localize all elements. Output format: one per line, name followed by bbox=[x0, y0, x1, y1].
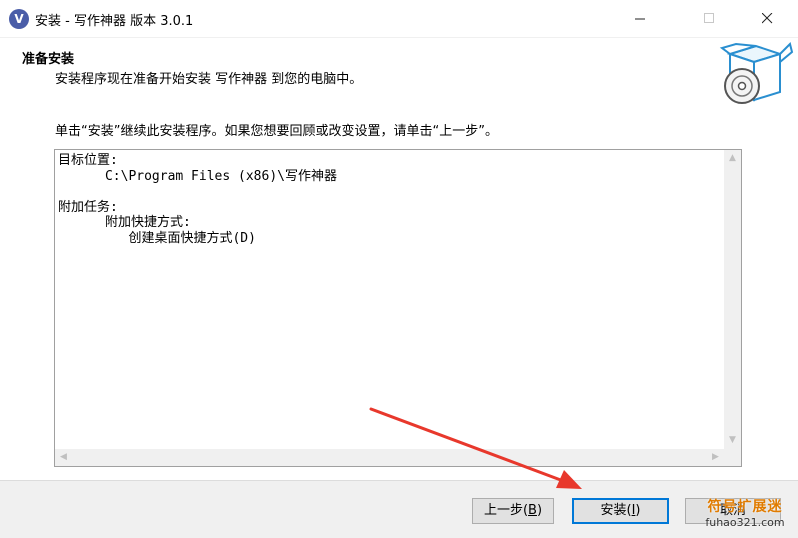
button-bar bbox=[0, 480, 798, 538]
minimize-button[interactable] bbox=[617, 0, 663, 37]
memo-line: 附加快捷方式: bbox=[58, 215, 191, 230]
back-button[interactable]: 上一步(B) bbox=[472, 498, 554, 524]
memo-line: 目标位置: bbox=[58, 153, 118, 168]
scroll-corner bbox=[724, 449, 741, 466]
back-button-suffix: ) bbox=[536, 503, 543, 518]
title-bar: V 安装 - 写作神器 版本 3.0.1 bbox=[0, 0, 798, 38]
scroll-right-icon[interactable]: ▶ bbox=[707, 449, 724, 466]
memo-content: 目标位置: C:\Program Files (x86)\写作神器 附加任务: … bbox=[58, 153, 337, 246]
install-button-label: 安装( bbox=[600, 503, 632, 518]
window-title: 安装 - 写作神器 版本 3.0.1 bbox=[35, 14, 194, 29]
install-button[interactable]: 安装(I) bbox=[572, 498, 669, 524]
instruction-text: 单击“安装”继续此安装程序。如果您想要回顾或改变设置，请单击“上一步”。 bbox=[55, 124, 498, 139]
install-button-suffix: ) bbox=[635, 503, 641, 518]
page-title: 准备安装 bbox=[22, 52, 75, 67]
horizontal-scrollbar[interactable]: ◀ ▶ bbox=[55, 449, 724, 466]
cancel-button-label: 取消 bbox=[719, 503, 746, 518]
memo-line: 创建桌面快捷方式(D) bbox=[58, 230, 256, 246]
page-subtitle: 安装程序现在准备开始安装 写作神器 到您的电脑中。 bbox=[55, 72, 363, 87]
scroll-up-icon[interactable]: ▲ bbox=[724, 150, 741, 167]
memo-line bbox=[58, 184, 337, 200]
scroll-down-icon[interactable]: ▼ bbox=[724, 432, 741, 449]
ready-memo-textbox[interactable]: 目标位置: C:\Program Files (x86)\写作神器 附加任务: … bbox=[54, 149, 742, 467]
back-button-label: 上一步( bbox=[483, 503, 529, 518]
memo-line: C:\Program Files (x86)\写作神器 bbox=[58, 168, 337, 184]
scroll-left-icon[interactable]: ◀ bbox=[55, 449, 72, 466]
minimize-icon bbox=[634, 18, 645, 20]
cancel-button[interactable]: 取消 bbox=[685, 498, 781, 524]
box-disc-icon bbox=[719, 42, 794, 104]
vertical-scrollbar[interactable]: ▲ ▼ bbox=[724, 150, 741, 449]
close-button[interactable] bbox=[744, 0, 790, 37]
maximize-button bbox=[686, 0, 732, 37]
memo-line: 附加任务: bbox=[58, 199, 118, 215]
maximize-icon bbox=[703, 13, 714, 23]
app-logo-icon: V bbox=[9, 9, 29, 29]
close-icon bbox=[761, 13, 772, 24]
back-button-accesskey: B bbox=[528, 503, 537, 518]
